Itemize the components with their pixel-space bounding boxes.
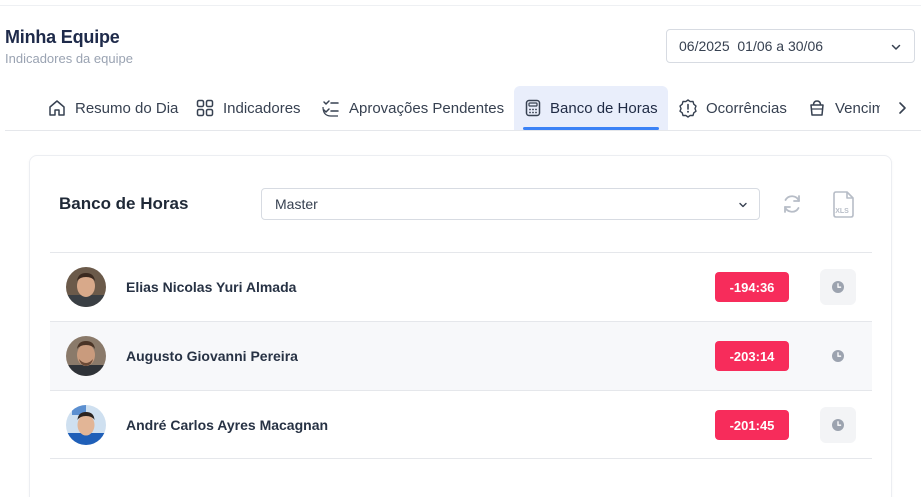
tabs-fade	[880, 86, 892, 130]
grid-icon	[196, 99, 214, 117]
group-select-value: Master	[275, 196, 318, 212]
box-icon	[810, 100, 824, 116]
alert-icon	[679, 99, 697, 118]
chevron-down-icon	[891, 44, 901, 50]
history-button[interactable]	[820, 407, 856, 443]
employee-name: Augusto Giovanni Pereira	[126, 348, 298, 364]
history-button[interactable]	[820, 338, 856, 374]
employee-name: Elias Nicolas Yuri Almada	[126, 279, 297, 295]
employee-name: André Carlos Ayres Macagnan	[126, 417, 329, 433]
clock-icon	[832, 350, 844, 362]
balance-badge: -194:36	[715, 272, 789, 302]
group-select[interactable]: Master	[261, 188, 760, 220]
period-select-value: 06/2025 01/06 a 30/06	[679, 38, 824, 54]
tab-resumo-do-dia[interactable]: Resumo do Dia	[37, 86, 188, 130]
period-select[interactable]: 06/2025 01/06 a 30/06	[666, 29, 915, 63]
top-divider	[0, 5, 921, 6]
tab-label: Indicadores	[223, 99, 301, 117]
balance-badge: -203:14	[715, 341, 789, 371]
employee-list: Elias Nicolas Yuri Almada -194:36 August…	[50, 252, 872, 459]
xls-label: XLS	[835, 208, 849, 215]
tab-aprovacoes-pendentes[interactable]: Aprovações Pendentes	[311, 86, 514, 130]
chevron-right-icon	[899, 102, 906, 114]
clock-icon	[832, 281, 844, 293]
page-header: Minha Equipe Indicadores da equipe	[5, 27, 133, 66]
card-title: Banco de Horas	[59, 194, 189, 213]
tabs-scroll-right-button[interactable]	[892, 96, 912, 120]
clock-icon	[832, 419, 844, 431]
export-xls-button[interactable]: XLS	[829, 190, 857, 220]
checklist-icon	[322, 100, 339, 117]
refresh-button[interactable]	[779, 190, 805, 218]
tab-ocorrencias[interactable]: Ocorrências	[668, 86, 797, 130]
page-subtitle: Indicadores da equipe	[5, 51, 133, 66]
employee-row: Elias Nicolas Yuri Almada -194:36	[50, 252, 872, 321]
avatar	[66, 336, 106, 376]
home-icon	[49, 100, 65, 116]
tab-label: Aprovações Pendentes	[349, 99, 505, 117]
page-title: Minha Equipe	[5, 27, 120, 47]
tab-label: Vencim	[835, 99, 885, 117]
employee-row: André Carlos Ayres Macagnan -201:45	[50, 390, 872, 459]
avatar	[66, 267, 106, 307]
tab-label: Banco de Horas	[550, 99, 658, 117]
chevron-down-icon	[739, 202, 747, 208]
avatar	[66, 405, 106, 445]
refresh-icon	[784, 195, 800, 213]
history-button[interactable]	[820, 269, 856, 305]
tabs-divider	[5, 130, 921, 131]
xls-file-icon: XLS	[833, 191, 854, 218]
tab-indicadores[interactable]: Indicadores	[185, 86, 311, 130]
tab-banco-de-horas[interactable]: Banco de Horas	[514, 86, 668, 130]
calculator-icon	[525, 99, 541, 117]
tab-label: Ocorrências	[706, 99, 787, 117]
balance-badge: -201:45	[715, 410, 789, 440]
employee-row: Augusto Giovanni Pereira -203:14	[50, 321, 872, 390]
tab-label: Resumo do Dia	[75, 99, 179, 117]
